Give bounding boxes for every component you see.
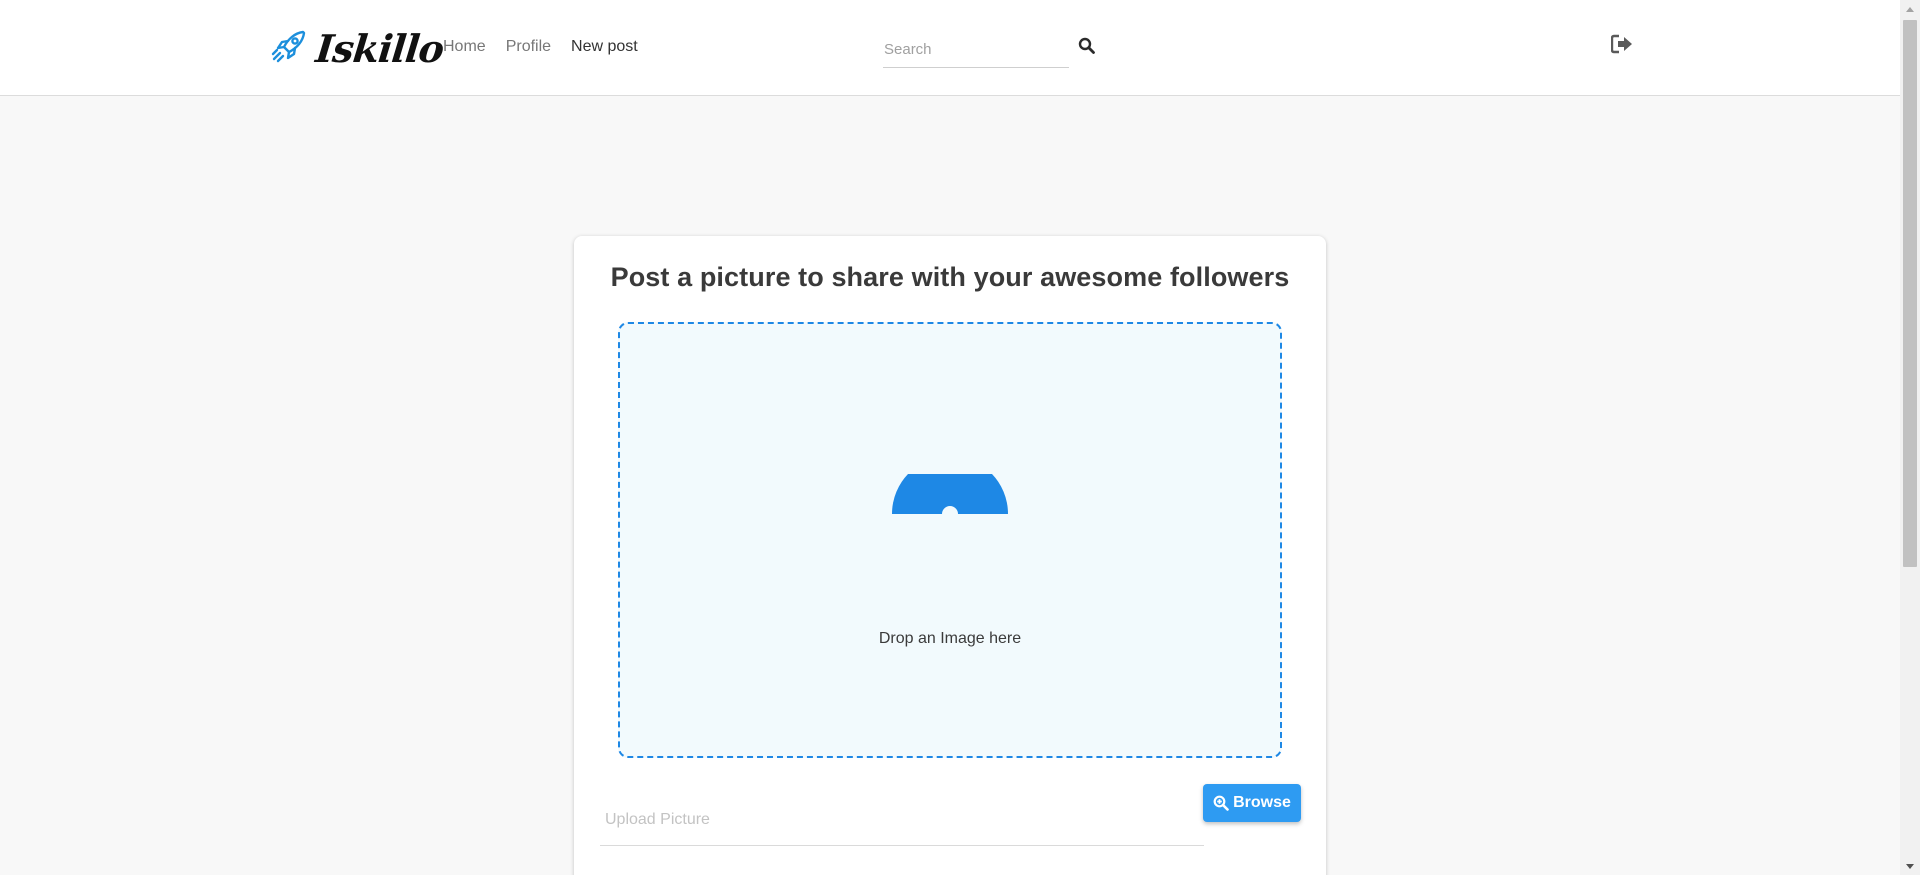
upload-picture-input[interactable]	[600, 794, 1204, 845]
new-post-card: Post a picture to share with your awesom…	[574, 236, 1326, 875]
rocket-icon	[270, 26, 310, 71]
logout-button[interactable]	[1610, 34, 1634, 58]
main-nav: Home Profile New post	[443, 36, 658, 58]
upload-picture-field	[600, 794, 1204, 846]
search-field	[883, 32, 1069, 68]
logo-text: Iskillo	[313, 25, 446, 71]
browse-button[interactable]: Browse	[1203, 784, 1301, 822]
search-icon	[1078, 37, 1095, 59]
logo[interactable]: Iskillo	[270, 22, 446, 74]
scroll-thumb[interactable]	[1903, 20, 1917, 567]
vertical-scrollbar[interactable]	[1900, 0, 1920, 875]
scroll-down-arrow[interactable]	[1900, 858, 1920, 875]
sign-out-icon	[1610, 34, 1633, 59]
nav-new-post-link[interactable]: New post	[571, 36, 638, 58]
page-title: Post a picture to share with your awesom…	[610, 262, 1290, 292]
upload-cloud-icon	[892, 474, 1008, 514]
browse-label: Browse	[1233, 794, 1291, 811]
search-input[interactable]	[883, 32, 1069, 67]
nav-profile-link[interactable]: Profile	[506, 36, 551, 58]
navbar: Iskillo Home Profile New post	[0, 0, 1900, 96]
scroll-up-arrow[interactable]	[1900, 0, 1920, 17]
search-plus-icon	[1213, 795, 1229, 811]
nav-home-link[interactable]: Home	[443, 36, 486, 58]
search-button[interactable]	[1076, 37, 1096, 59]
image-dropzone[interactable]: Drop an Image here	[618, 322, 1282, 758]
dropzone-label: Drop an Image here	[878, 630, 1022, 647]
